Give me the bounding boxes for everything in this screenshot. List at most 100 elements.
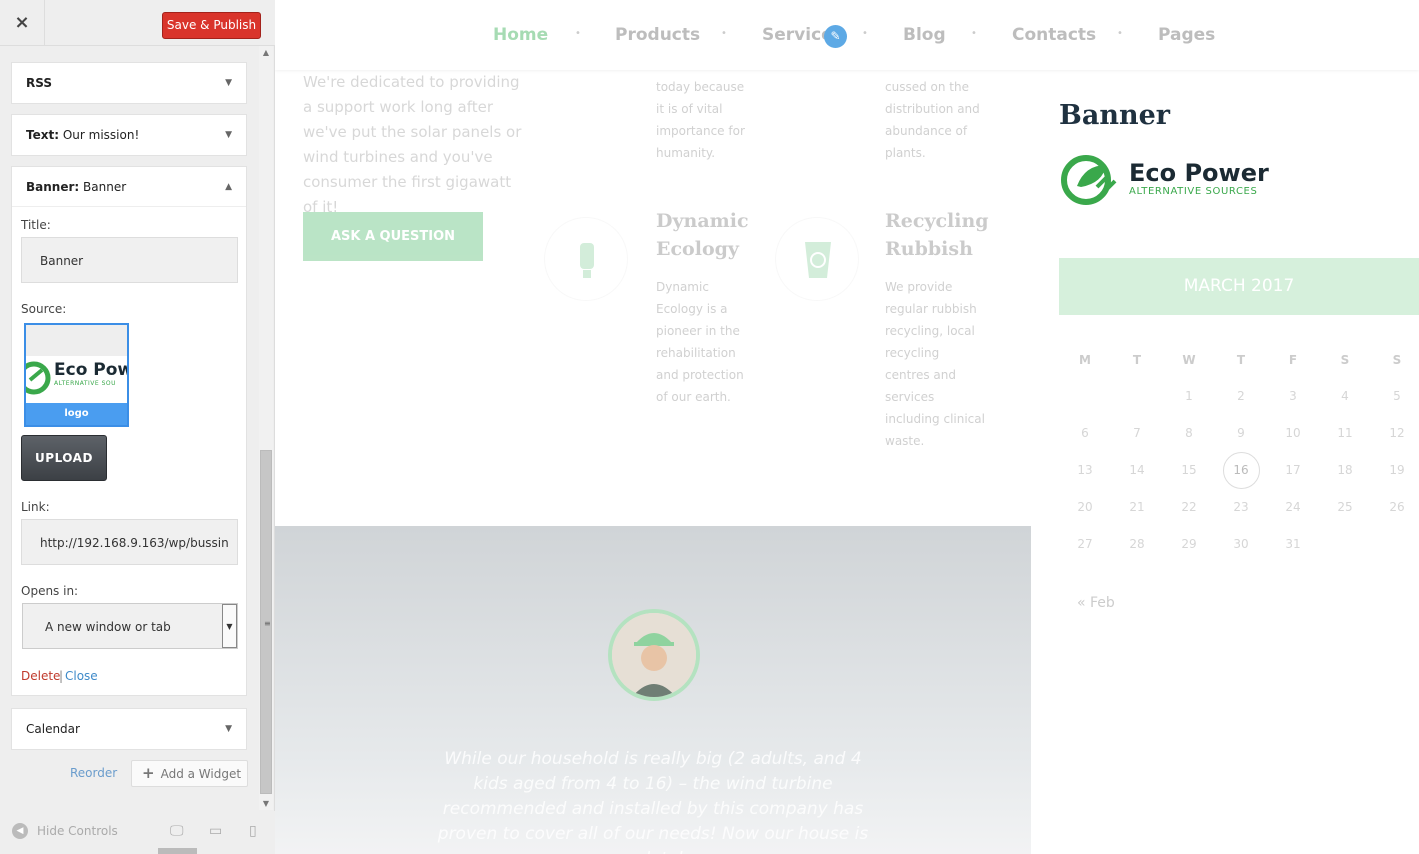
recycle-bin-icon xyxy=(805,242,831,278)
sidebar-header: × Save & Publish xyxy=(0,0,275,46)
calendar-day[interactable]: 31 xyxy=(1278,537,1308,551)
active-device-indicator xyxy=(158,848,197,854)
calendar-day[interactable]: 8 xyxy=(1174,426,1204,440)
widget-text-header: Text: Our mission! ▼ xyxy=(12,115,246,155)
calendar-day[interactable]: 10 xyxy=(1278,426,1308,440)
feature-text-top-1: today because it is of vital importance … xyxy=(656,80,745,160)
calendar-day-of-week: S xyxy=(1392,353,1402,367)
link-input[interactable]: http://192.168.9.163/wp/bussin xyxy=(21,519,238,565)
calendar-day[interactable]: 19 xyxy=(1382,463,1412,477)
link-separator: | xyxy=(59,669,64,683)
banner-widget-title: Banner xyxy=(1059,100,1170,131)
calendar-day[interactable]: 25 xyxy=(1330,500,1360,514)
chevron-down-icon: ▼ xyxy=(225,130,232,140)
eco-power-logo[interactable]: Eco Power ALTERNATIVE SOURCES xyxy=(1059,153,1279,209)
calendar-day[interactable]: 1 xyxy=(1174,389,1204,403)
ask-question-button[interactable]: ASK A QUESTION xyxy=(303,212,483,261)
scrollbar-thumb[interactable]: ≡ xyxy=(260,450,272,794)
chevron-down-icon: ▼ xyxy=(225,78,232,88)
calendar-day[interactable]: 27 xyxy=(1070,537,1100,551)
thumbnail-logo-subtext: ALTERNATIVE SOU xyxy=(54,380,117,387)
title-input[interactable]: Banner xyxy=(21,237,238,283)
calendar-day[interactable]: 13 xyxy=(1070,463,1100,477)
nav-products[interactable]: Products xyxy=(615,25,700,45)
nav-pages[interactable]: Pages xyxy=(1158,25,1215,45)
calendar-day[interactable]: 9 xyxy=(1226,426,1256,440)
link-label: Link: xyxy=(21,500,50,514)
calendar-day[interactable]: 7 xyxy=(1122,426,1152,440)
calendar-day[interactable]: 17 xyxy=(1278,463,1308,477)
feature-icon-circle xyxy=(775,217,859,301)
logo-main-text: Eco Power xyxy=(1129,159,1269,187)
widget-rss-type: RSS xyxy=(26,76,52,90)
widget-text-name: Our mission! xyxy=(62,128,140,142)
calendar-day[interactable]: 18 xyxy=(1330,463,1360,477)
calendar-day[interactable]: 23 xyxy=(1226,500,1256,514)
feature-text-dynamic-ecology: Dynamic Ecology is a pioneer in the reha… xyxy=(656,280,744,404)
widget-text[interactable]: Text: Our mission! ▼ xyxy=(11,114,247,156)
calendar-day[interactable]: 20 xyxy=(1070,500,1100,514)
add-widget-button[interactable]: + Add a Widget xyxy=(131,760,248,787)
calendar-day[interactable]: 4 xyxy=(1330,389,1360,403)
save-publish-button[interactable]: Save & Publish xyxy=(162,12,261,39)
hide-controls-label[interactable]: Hide Controls xyxy=(37,824,118,838)
calendar-day[interactable]: 6 xyxy=(1070,426,1100,440)
calendar-day[interactable]: 14 xyxy=(1122,463,1152,477)
upload-button[interactable]: UPLOAD xyxy=(21,435,107,481)
thumbnail-logo: Eco Pow ALTERNATIVE SOU xyxy=(26,356,127,403)
hide-controls-icon[interactable]: ◀ xyxy=(12,823,28,839)
mobile-preview-icon[interactable]: ▯ xyxy=(249,823,257,839)
widget-banner-type: Banner: xyxy=(26,180,80,194)
calendar-day[interactable]: 3 xyxy=(1278,389,1308,403)
nav-home[interactable]: Home xyxy=(493,25,548,45)
grip-icon: ≡ xyxy=(264,619,271,628)
main-navigation: Home • Products • Service ✎ • Blog • Con… xyxy=(275,0,1419,70)
nav-separator: • xyxy=(575,28,581,39)
edit-pencil-icon[interactable]: ✎ xyxy=(824,25,847,48)
calendar-prev-month-link[interactable]: « Feb xyxy=(1077,595,1115,611)
nav-separator: • xyxy=(971,28,977,39)
nav-service[interactable]: Service xyxy=(762,25,833,45)
sidebar-scrollbar[interactable]: ▲ ≡ ▼ xyxy=(259,46,273,810)
logo-sub-text: ALTERNATIVE SOURCES xyxy=(1129,186,1258,197)
calendar-day[interactable]: 5 xyxy=(1382,389,1412,403)
calendar-day[interactable]: 24 xyxy=(1278,500,1308,514)
calendar-day[interactable]: 15 xyxy=(1174,463,1204,477)
desktop-preview-icon[interactable]: 🖵 xyxy=(170,823,184,839)
widget-calendar[interactable]: Calendar ▼ xyxy=(11,708,247,750)
feature-icon-circle xyxy=(544,217,628,301)
calendar-day[interactable]: 2 xyxy=(1226,389,1256,403)
feature-title-dynamic-ecology: Dynamic Ecology xyxy=(656,210,749,260)
tablet-preview-icon[interactable]: ▭ xyxy=(209,823,222,839)
scroll-up-icon[interactable]: ▲ xyxy=(259,48,273,57)
nav-blog[interactable]: Blog xyxy=(903,25,946,45)
calendar-day[interactable]: 29 xyxy=(1174,537,1204,551)
source-image-thumbnail[interactable]: Eco Pow ALTERNATIVE SOU logo xyxy=(24,323,129,427)
reorder-link[interactable]: Reorder xyxy=(70,766,117,780)
calendar-day[interactable]: 11 xyxy=(1330,426,1360,440)
scroll-down-icon[interactable]: ▼ xyxy=(259,799,273,808)
close-customizer-icon[interactable]: × xyxy=(0,0,45,46)
close-link[interactable]: Close xyxy=(65,669,98,683)
calendar-day[interactable]: 16 xyxy=(1226,463,1256,477)
opens-in-select[interactable]: A new window or tab xyxy=(22,603,238,649)
customizer-sidebar: × Save & Publish RSS ▼ Text: Our mission… xyxy=(0,0,275,854)
thumbnail-top xyxy=(26,325,127,356)
feature-text-recycling-rubbish: We provide regular rubbish recycling, lo… xyxy=(885,280,985,448)
calendar-day[interactable]: 28 xyxy=(1122,537,1152,551)
dropdown-arrow-icon[interactable]: ▼ xyxy=(222,604,237,648)
widget-banner-header[interactable]: Banner: Banner ▲ xyxy=(12,167,246,207)
calendar-day[interactable]: 30 xyxy=(1226,537,1256,551)
feature-text-top-2: cussed on the distribution and abundance… xyxy=(885,80,980,160)
calendar-day-of-week: W xyxy=(1182,353,1196,367)
calendar-day[interactable]: 26 xyxy=(1382,500,1412,514)
widget-rss-header: RSS ▼ xyxy=(12,63,246,103)
widget-rss[interactable]: RSS ▼ xyxy=(11,62,247,104)
feature-title-recycling-rubbish: Recycling Rubbish xyxy=(885,210,989,260)
calendar-day[interactable]: 22 xyxy=(1174,500,1204,514)
calendar-day[interactable]: 21 xyxy=(1122,500,1152,514)
nav-contacts[interactable]: Contacts xyxy=(1012,25,1096,45)
widget-calendar-type: Calendar xyxy=(26,722,80,736)
delete-link[interactable]: Delete xyxy=(21,669,60,683)
calendar-day[interactable]: 12 xyxy=(1382,426,1412,440)
